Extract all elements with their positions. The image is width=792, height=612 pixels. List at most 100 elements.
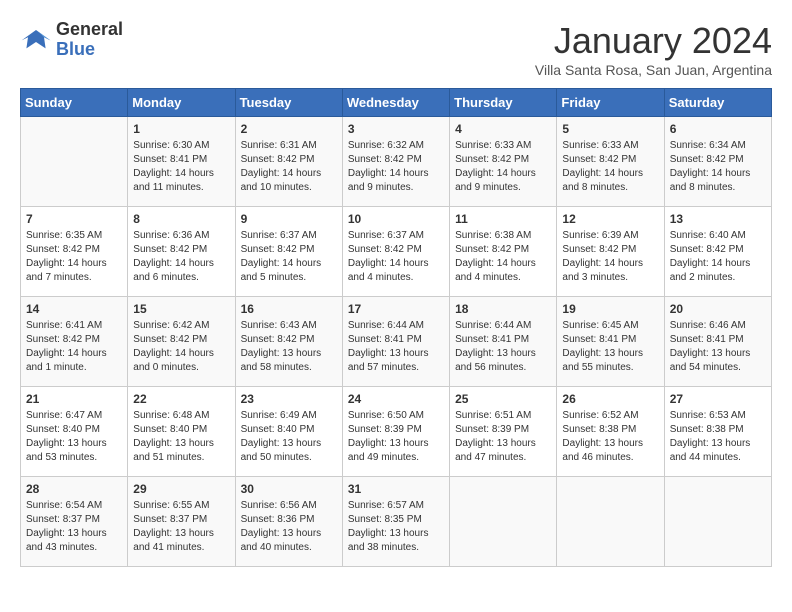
calendar-row: 1 Sunrise: 6:30 AM Sunset: 8:41 PM Daylig… xyxy=(21,117,772,207)
calendar-cell: 13Sunrise: 6:40 AM Sunset: 8:42 PM Dayli… xyxy=(664,207,771,297)
day-number: 2 xyxy=(241,122,337,136)
day-number: 1 xyxy=(133,122,229,136)
calendar-cell: 20 Sunrise: 6:46 AM Sunset: 8:41 PM Dayli… xyxy=(664,297,771,387)
calendar-cell: 5 Sunrise: 6:33 AM Sunset: 8:42 PM Daylig… xyxy=(557,117,664,207)
day-info: Sunrise: 6:46 AM Sunset: 8:41 PM Dayligh… xyxy=(670,319,766,375)
day-info: Sunrise: 6:36 AM Sunset: 8:42 PM Dayligh… xyxy=(133,229,229,285)
calendar-cell: 10 Sunrise: 6:37 AM Sunset: 8:42 PM Dayli… xyxy=(342,207,449,297)
day-info: Sunrise: 6:47 AM Sunset: 8:40 PM Dayligh… xyxy=(26,409,122,465)
header-cell-monday: Monday xyxy=(128,89,235,117)
day-number: 17 xyxy=(348,302,444,316)
calendar-row: 21Sunrise: 6:47 AM Sunset: 8:40 PM Dayli… xyxy=(21,387,772,477)
calendar-cell: 15 Sunrise: 6:42 AM Sunset: 8:42 PM Dayli… xyxy=(128,297,235,387)
header-cell-saturday: Saturday xyxy=(664,89,771,117)
location-subtitle: Villa Santa Rosa, San Juan, Argentina xyxy=(535,62,772,78)
calendar-cell: 24Sunrise: 6:50 AM Sunset: 8:39 PM Dayli… xyxy=(342,387,449,477)
calendar-cell: 31Sunrise: 6:57 AM Sunset: 8:35 PM Dayli… xyxy=(342,477,449,567)
calendar-cell: 8 Sunrise: 6:36 AM Sunset: 8:42 PM Daylig… xyxy=(128,207,235,297)
calendar-row: 28Sunrise: 6:54 AM Sunset: 8:37 PM Dayli… xyxy=(21,477,772,567)
day-info: Sunrise: 6:43 AM Sunset: 8:42 PM Dayligh… xyxy=(241,319,337,375)
day-info: Sunrise: 6:53 AM Sunset: 8:38 PM Dayligh… xyxy=(670,409,766,465)
day-number: 11 xyxy=(455,212,551,226)
calendar-cell: 1 Sunrise: 6:30 AM Sunset: 8:41 PM Daylig… xyxy=(128,117,235,207)
day-number: 9 xyxy=(241,212,337,226)
day-info: Sunrise: 6:34 AM Sunset: 8:42 PM Dayligh… xyxy=(670,139,766,195)
day-info: Sunrise: 6:55 AM Sunset: 8:37 PM Dayligh… xyxy=(133,499,229,555)
day-info: Sunrise: 6:41 AM Sunset: 8:42 PM Dayligh… xyxy=(26,319,122,375)
day-number: 23 xyxy=(241,392,337,406)
calendar-cell: 27 Sunrise: 6:53 AM Sunset: 8:38 PM Dayli… xyxy=(664,387,771,477)
day-number: 25 xyxy=(455,392,551,406)
day-info: Sunrise: 6:35 AM Sunset: 8:42 PM Dayligh… xyxy=(26,229,122,285)
day-number: 5 xyxy=(562,122,658,136)
day-number: 16 xyxy=(241,302,337,316)
day-number: 18 xyxy=(455,302,551,316)
day-number: 27 xyxy=(670,392,766,406)
calendar-cell: 26Sunrise: 6:52 AM Sunset: 8:38 PM Dayli… xyxy=(557,387,664,477)
logo-text: General Blue xyxy=(56,20,123,60)
logo-icon xyxy=(20,26,52,54)
calendar-cell: 11 Sunrise: 6:38 AM Sunset: 8:42 PM Dayli… xyxy=(450,207,557,297)
day-info: Sunrise: 6:39 AM Sunset: 8:42 PM Dayligh… xyxy=(562,229,658,285)
calendar-cell: 14 Sunrise: 6:41 AM Sunset: 8:42 PM Dayli… xyxy=(21,297,128,387)
day-number: 22 xyxy=(133,392,229,406)
day-number: 14 xyxy=(26,302,122,316)
logo: General Blue xyxy=(20,20,123,60)
day-number: 31 xyxy=(348,482,444,496)
calendar-cell xyxy=(450,477,557,567)
header-cell-tuesday: Tuesday xyxy=(235,89,342,117)
calendar-cell: 7Sunrise: 6:35 AM Sunset: 8:42 PM Daylig… xyxy=(21,207,128,297)
calendar-cell xyxy=(21,117,128,207)
calendar-cell: 16 Sunrise: 6:43 AM Sunset: 8:42 PM Dayli… xyxy=(235,297,342,387)
calendar-cell: 6 Sunrise: 6:34 AM Sunset: 8:42 PM Daylig… xyxy=(664,117,771,207)
calendar-header-row: SundayMondayTuesdayWednesdayThursdayFrid… xyxy=(21,89,772,117)
day-number: 10 xyxy=(348,212,444,226)
calendar-row: 14 Sunrise: 6:41 AM Sunset: 8:42 PM Dayli… xyxy=(21,297,772,387)
day-info: Sunrise: 6:44 AM Sunset: 8:41 PM Dayligh… xyxy=(348,319,444,375)
day-info: Sunrise: 6:44 AM Sunset: 8:41 PM Dayligh… xyxy=(455,319,551,375)
day-number: 26 xyxy=(562,392,658,406)
day-info: Sunrise: 6:50 AM Sunset: 8:39 PM Dayligh… xyxy=(348,409,444,465)
day-info: Sunrise: 6:30 AM Sunset: 8:41 PM Dayligh… xyxy=(133,139,229,195)
day-number: 20 xyxy=(670,302,766,316)
day-info: Sunrise: 6:38 AM Sunset: 8:42 PM Dayligh… xyxy=(455,229,551,285)
day-info: Sunrise: 6:32 AM Sunset: 8:42 PM Dayligh… xyxy=(348,139,444,195)
day-number: 8 xyxy=(133,212,229,226)
header-cell-thursday: Thursday xyxy=(450,89,557,117)
day-number: 12 xyxy=(562,212,658,226)
day-info: Sunrise: 6:37 AM Sunset: 8:42 PM Dayligh… xyxy=(348,229,444,285)
day-number: 6 xyxy=(670,122,766,136)
day-info: Sunrise: 6:33 AM Sunset: 8:42 PM Dayligh… xyxy=(455,139,551,195)
calendar-cell: 19Sunrise: 6:45 AM Sunset: 8:41 PM Dayli… xyxy=(557,297,664,387)
calendar-cell: 4 Sunrise: 6:33 AM Sunset: 8:42 PM Daylig… xyxy=(450,117,557,207)
header-cell-friday: Friday xyxy=(557,89,664,117)
calendar-cell: 9 Sunrise: 6:37 AM Sunset: 8:42 PM Daylig… xyxy=(235,207,342,297)
day-number: 15 xyxy=(133,302,229,316)
calendar-cell: 12 Sunrise: 6:39 AM Sunset: 8:42 PM Dayli… xyxy=(557,207,664,297)
day-info: Sunrise: 6:51 AM Sunset: 8:39 PM Dayligh… xyxy=(455,409,551,465)
day-info: Sunrise: 6:54 AM Sunset: 8:37 PM Dayligh… xyxy=(26,499,122,555)
calendar-cell: 30Sunrise: 6:56 AM Sunset: 8:36 PM Dayli… xyxy=(235,477,342,567)
day-info: Sunrise: 6:56 AM Sunset: 8:36 PM Dayligh… xyxy=(241,499,337,555)
page-header: General Blue January 2024 Villa Santa Ro… xyxy=(20,20,772,78)
day-info: Sunrise: 6:42 AM Sunset: 8:42 PM Dayligh… xyxy=(133,319,229,375)
day-info: Sunrise: 6:45 AM Sunset: 8:41 PM Dayligh… xyxy=(562,319,658,375)
calendar-cell: 21Sunrise: 6:47 AM Sunset: 8:40 PM Dayli… xyxy=(21,387,128,477)
day-number: 4 xyxy=(455,122,551,136)
day-info: Sunrise: 6:33 AM Sunset: 8:42 PM Dayligh… xyxy=(562,139,658,195)
calendar-cell: 28Sunrise: 6:54 AM Sunset: 8:37 PM Dayli… xyxy=(21,477,128,567)
day-info: Sunrise: 6:37 AM Sunset: 8:42 PM Dayligh… xyxy=(241,229,337,285)
calendar-cell: 2 Sunrise: 6:31 AM Sunset: 8:42 PM Daylig… xyxy=(235,117,342,207)
header-cell-wednesday: Wednesday xyxy=(342,89,449,117)
calendar-cell: 18 Sunrise: 6:44 AM Sunset: 8:41 PM Dayli… xyxy=(450,297,557,387)
day-info: Sunrise: 6:31 AM Sunset: 8:42 PM Dayligh… xyxy=(241,139,337,195)
day-number: 3 xyxy=(348,122,444,136)
day-number: 29 xyxy=(133,482,229,496)
calendar-table: SundayMondayTuesdayWednesdayThursdayFrid… xyxy=(20,88,772,567)
calendar-cell: 17 Sunrise: 6:44 AM Sunset: 8:41 PM Dayli… xyxy=(342,297,449,387)
calendar-cell xyxy=(557,477,664,567)
calendar-cell xyxy=(664,477,771,567)
calendar-row: 7Sunrise: 6:35 AM Sunset: 8:42 PM Daylig… xyxy=(21,207,772,297)
day-info: Sunrise: 6:40 AM Sunset: 8:42 PM Dayligh… xyxy=(670,229,766,285)
calendar-cell: 23Sunrise: 6:49 AM Sunset: 8:40 PM Dayli… xyxy=(235,387,342,477)
